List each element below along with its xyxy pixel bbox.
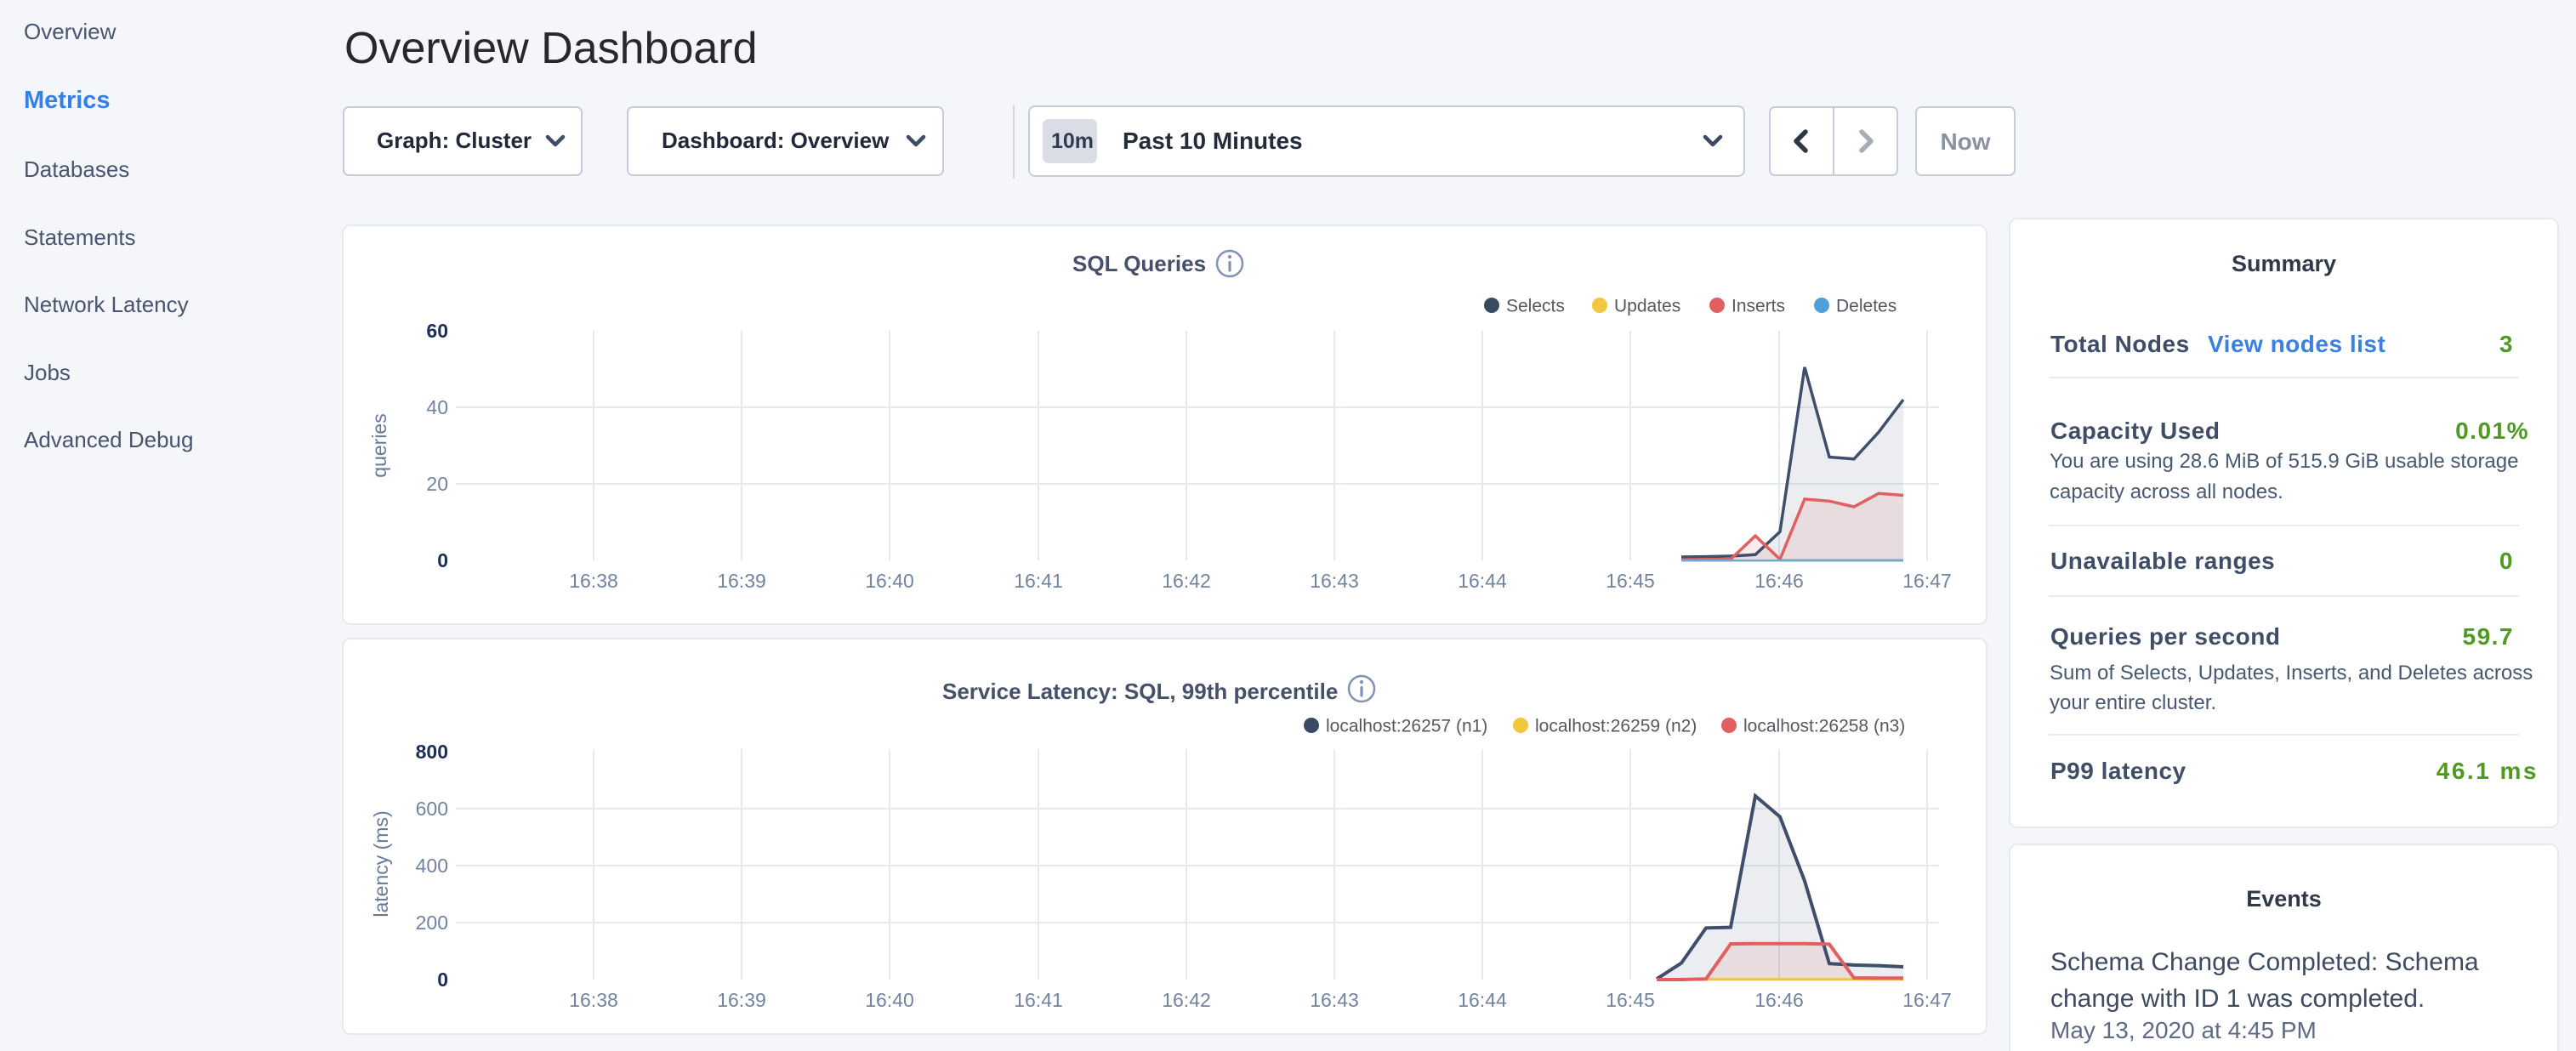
svg-text:0: 0: [437, 549, 448, 571]
svg-text:16:44: 16:44: [1458, 570, 1507, 592]
svg-text:16:47: 16:47: [1902, 989, 1952, 1011]
svg-text:200: 200: [416, 912, 448, 934]
svg-text:0: 0: [437, 969, 448, 991]
svg-text:Updates: Updates: [1614, 297, 1680, 316]
svg-text:16:40: 16:40: [865, 570, 914, 592]
svg-text:latency (ms): latency (ms): [370, 810, 392, 917]
svg-text:16:45: 16:45: [1606, 570, 1655, 592]
svg-text:40: 40: [426, 396, 448, 418]
svg-text:20: 20: [426, 473, 448, 495]
svg-text:16:45: 16:45: [1606, 989, 1655, 1011]
svg-text:400: 400: [416, 855, 448, 877]
svg-text:16:41: 16:41: [1014, 570, 1063, 592]
svg-text:Inserts: Inserts: [1732, 297, 1785, 316]
svg-text:16:46: 16:46: [1754, 989, 1804, 1011]
svg-text:queries: queries: [368, 413, 390, 477]
svg-text:SQL Queries: SQL Queries: [1072, 251, 1206, 276]
svg-text:16:44: 16:44: [1458, 989, 1507, 1011]
svg-text:600: 600: [416, 798, 448, 820]
svg-text:Selects: Selects: [1506, 297, 1565, 316]
svg-text:800: 800: [416, 741, 448, 763]
svg-text:localhost:26258 (n3): localhost:26258 (n3): [1743, 717, 1905, 736]
svg-text:16:39: 16:39: [717, 570, 766, 592]
svg-text:16:38: 16:38: [569, 570, 618, 592]
svg-text:Deletes: Deletes: [1836, 297, 1896, 316]
svg-text:localhost:26257 (n1): localhost:26257 (n1): [1326, 717, 1487, 736]
svg-text:Service Latency: SQL, 99th per: Service Latency: SQL, 99th percentile: [942, 679, 1338, 704]
svg-text:16:42: 16:42: [1162, 570, 1211, 592]
svg-text:16:43: 16:43: [1310, 570, 1359, 592]
svg-text:localhost:26259 (n2): localhost:26259 (n2): [1535, 717, 1697, 736]
svg-text:16:47: 16:47: [1902, 570, 1952, 592]
svg-text:16:38: 16:38: [569, 989, 618, 1011]
svg-text:16:41: 16:41: [1014, 989, 1063, 1011]
svg-text:16:46: 16:46: [1754, 570, 1804, 592]
svg-text:16:43: 16:43: [1310, 989, 1359, 1011]
svg-text:16:40: 16:40: [865, 989, 914, 1011]
svg-text:16:42: 16:42: [1162, 989, 1211, 1011]
svg-text:60: 60: [426, 320, 448, 342]
svg-text:16:39: 16:39: [717, 989, 766, 1011]
